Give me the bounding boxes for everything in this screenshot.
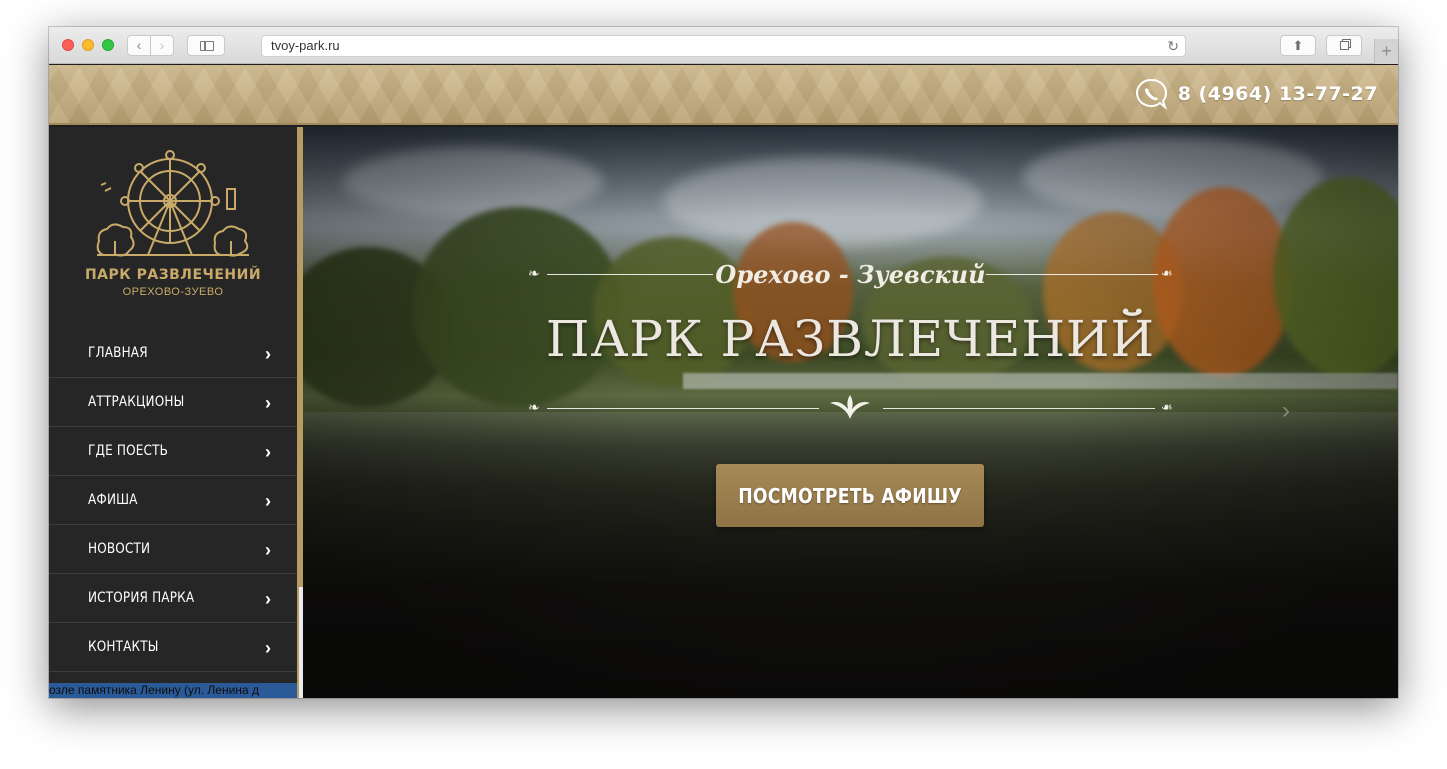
menu-item-food[interactable]: ГДЕ ПОЕСТЬ › bbox=[49, 427, 297, 476]
sidebar: ПАРК РАЗВЛЕЧЕНИЙ ОРЕХОВО-ЗУЕВО ГЛАВНАЯ ›… bbox=[49, 127, 297, 698]
menu-item-label: ИСТОРИЯ ПАРКА bbox=[88, 590, 195, 606]
browser-window: ‹ › tvoy-park.ru ↻ ⬆ + 8 (4964) 13-77-27… bbox=[49, 27, 1398, 698]
menu-item-news[interactable]: НОВОСТИ › bbox=[49, 525, 297, 574]
hero-banner: ❧ Орехово - Зуевский ❧ ПАРК РАЗВЛЕЧЕНИЙ … bbox=[303, 127, 1398, 698]
sidebar-icon bbox=[200, 41, 214, 51]
fleur-icon: ❧ bbox=[528, 399, 540, 415]
menu-item-home[interactable]: ГЛАВНАЯ › bbox=[49, 329, 297, 378]
chevron-left-icon: ‹ bbox=[136, 37, 142, 53]
chevron-right-icon: › bbox=[265, 344, 271, 364]
phone-contact[interactable]: 8 (4964) 13-77-27 bbox=[1134, 78, 1378, 110]
chevron-right-icon: › bbox=[265, 491, 271, 511]
hero-subtitle: Орехово - Зуевский bbox=[715, 260, 986, 289]
phone-number[interactable]: 8 (4964) 13-77-27 bbox=[1178, 83, 1378, 105]
phone-chat-icon bbox=[1134, 78, 1168, 110]
site-logo[interactable]: ПАРК РАЗВЛЕЧЕНИЙ ОРЕХОВО-ЗУЕВО bbox=[49, 149, 297, 298]
chevron-right-icon: › bbox=[265, 638, 271, 658]
maximize-window-button[interactable] bbox=[102, 39, 114, 51]
share-icon: ⬆ bbox=[1292, 38, 1304, 53]
fleur-icon: ❧ bbox=[1161, 265, 1173, 281]
sidebar-toggle-button[interactable] bbox=[187, 35, 225, 56]
chevron-right-icon: › bbox=[265, 589, 271, 609]
ornament-line bbox=[547, 408, 819, 409]
ferris-wheel-icon bbox=[96, 150, 249, 257]
chevron-right-icon: › bbox=[159, 37, 165, 53]
chevron-right-icon: › bbox=[265, 540, 271, 560]
close-window-button[interactable] bbox=[62, 39, 74, 51]
reload-icon[interactable]: ↻ bbox=[1167, 36, 1179, 56]
plus-icon: + bbox=[1381, 41, 1392, 61]
new-tab-button[interactable]: + bbox=[1374, 39, 1398, 64]
browser-toolbar: ‹ › tvoy-park.ru ↻ ⬆ + bbox=[49, 27, 1398, 64]
forward-button[interactable]: › bbox=[150, 35, 174, 56]
ornament-line bbox=[883, 408, 1155, 409]
logo-subtitle: ОРЕХОВО-ЗУЕВО bbox=[122, 286, 224, 298]
show-tabs-button[interactable] bbox=[1326, 35, 1362, 56]
ornament-line bbox=[986, 274, 1158, 275]
minimize-window-button[interactable] bbox=[82, 39, 94, 51]
sidebar-footer-text: озле памятника Ленину (ул. Ленина д bbox=[49, 683, 259, 697]
main-menu: ГЛАВНАЯ › АТТРАКЦИОНЫ › ГДЕ ПОЕСТЬ › АФИ… bbox=[49, 329, 297, 672]
chevron-right-icon: › bbox=[265, 393, 271, 413]
hero-title: ПАРК РАЗВЛЕЧЕНИЙ bbox=[545, 310, 1156, 368]
menu-item-label: ГДЕ ПОЕСТЬ bbox=[88, 443, 169, 459]
sidebar-footer-ticker: озле памятника Ленину (ул. Ленина д bbox=[49, 683, 297, 698]
logo-title: ПАРК РАЗВЛЕЧЕНИЙ bbox=[84, 267, 262, 283]
back-button[interactable]: ‹ bbox=[127, 35, 151, 56]
chevron-right-icon: › bbox=[265, 442, 271, 462]
menu-item-history[interactable]: ИСТОРИЯ ПАРКА › bbox=[49, 574, 297, 623]
menu-item-events[interactable]: АФИША › bbox=[49, 476, 297, 525]
share-button[interactable]: ⬆ bbox=[1280, 35, 1316, 56]
cta-label: ПОСМОТРЕТЬ АФИШУ bbox=[738, 483, 962, 508]
url-text: tvoy-park.ru bbox=[271, 38, 340, 53]
site-header: 8 (4964) 13-77-27 bbox=[49, 65, 1398, 125]
address-bar[interactable]: tvoy-park.ru ↻ bbox=[261, 35, 1186, 57]
hero-content: ❧ Орехово - Зуевский ❧ ПАРК РАЗВЛЕЧЕНИЙ … bbox=[303, 127, 1398, 698]
view-events-button[interactable]: ПОСМОТРЕТЬ АФИШУ bbox=[716, 464, 984, 527]
fleur-icon: ❧ bbox=[1161, 399, 1173, 415]
leaf-icon bbox=[828, 393, 872, 426]
menu-item-label: ГЛАВНАЯ bbox=[88, 345, 148, 361]
menu-item-label: АТТРАКЦИОНЫ bbox=[88, 394, 185, 410]
menu-item-contacts[interactable]: КОНТАКТЫ › bbox=[49, 623, 297, 672]
menu-item-label: АФИША bbox=[88, 492, 138, 508]
menu-item-attractions[interactable]: АТТРАКЦИОНЫ › bbox=[49, 378, 297, 427]
menu-item-label: КОНТАКТЫ bbox=[88, 639, 159, 655]
chevron-right-icon[interactable]: › bbox=[1282, 397, 1290, 425]
menu-item-label: НОВОСТИ bbox=[88, 541, 151, 557]
